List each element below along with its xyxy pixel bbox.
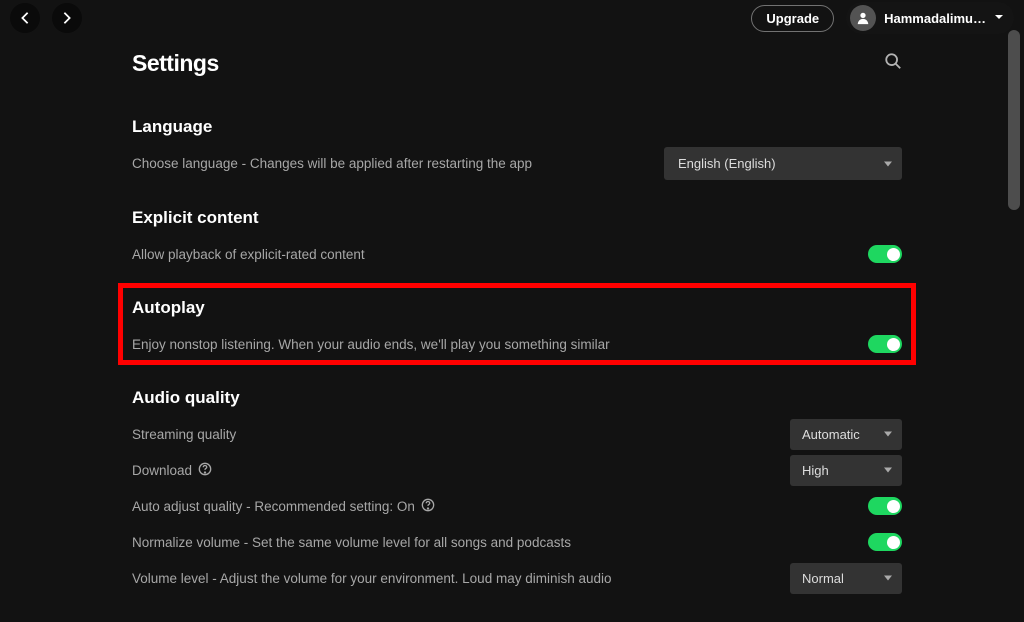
language-select-wrap: English (English) — [664, 147, 902, 180]
autoplay-section: Autoplay Enjoy nonstop listening. When y… — [132, 298, 902, 360]
autoplay-row: Enjoy nonstop listening. When your audio… — [132, 328, 902, 360]
row-label: Download — [132, 462, 212, 479]
search-button[interactable] — [884, 52, 902, 75]
user-icon — [856, 11, 870, 25]
topbar: Upgrade Hammadalimu… — [0, 0, 1024, 36]
streaming-quality-row: Streaming quality Automatic — [132, 418, 902, 450]
nav-forward-button[interactable] — [52, 3, 82, 33]
scrollbar-thumb[interactable] — [1008, 30, 1020, 210]
normalize-toggle[interactable] — [868, 533, 902, 551]
row-label: Auto adjust quality - Recommended settin… — [132, 498, 435, 515]
help-icon[interactable] — [421, 498, 435, 515]
normalize-row: Normalize volume - Set the same volume l… — [132, 526, 902, 558]
download-quality-select[interactable]: High — [790, 455, 902, 486]
download-quality-row: Download High — [132, 454, 902, 486]
nav-back-button[interactable] — [10, 3, 40, 33]
chevron-down-icon — [994, 9, 1004, 27]
language-select[interactable]: English (English) — [664, 147, 902, 180]
row-label: Streaming quality — [132, 427, 236, 442]
profile-menu[interactable]: Hammadalimu… — [846, 2, 1014, 34]
upgrade-button[interactable]: Upgrade — [751, 5, 834, 32]
language-section: Language Choose language - Changes will … — [132, 117, 902, 180]
explicit-section: Explicit content Allow playback of expli… — [132, 208, 902, 270]
auto-adjust-toggle[interactable] — [868, 497, 902, 515]
streaming-quality-select[interactable]: Automatic — [790, 419, 902, 450]
language-row: Choose language - Changes will be applie… — [132, 147, 902, 180]
row-label: Choose language - Changes will be applie… — [132, 156, 532, 171]
page-header: Settings — [132, 50, 902, 77]
profile-name: Hammadalimu… — [884, 11, 986, 26]
settings-content: Settings Language Choose language - Chan… — [132, 50, 902, 622]
audio-quality-section: Audio quality Streaming quality Automati… — [132, 388, 902, 594]
volume-level-row: Volume level - Adjust the volume for you… — [132, 562, 902, 594]
row-label: Volume level - Adjust the volume for you… — [132, 571, 612, 586]
help-icon[interactable] — [198, 462, 212, 479]
section-title: Explicit content — [132, 208, 902, 228]
row-label: Normalize volume - Set the same volume l… — [132, 535, 571, 550]
volume-level-select[interactable]: Normal — [790, 563, 902, 594]
search-icon — [884, 52, 902, 70]
row-label: Allow playback of explicit-rated content — [132, 247, 365, 262]
chevron-left-icon — [18, 11, 32, 25]
chevron-right-icon — [60, 11, 74, 25]
page-title: Settings — [132, 50, 219, 77]
auto-adjust-row: Auto adjust quality - Recommended settin… — [132, 490, 902, 522]
section-title: Audio quality — [132, 388, 902, 408]
row-label: Enjoy nonstop listening. When your audio… — [132, 337, 610, 352]
explicit-row: Allow playback of explicit-rated content — [132, 238, 902, 270]
scrollbar[interactable] — [1008, 30, 1020, 570]
autoplay-toggle[interactable] — [868, 335, 902, 353]
section-title: Autoplay — [132, 298, 902, 318]
explicit-toggle[interactable] — [868, 245, 902, 263]
avatar — [850, 5, 876, 31]
section-title: Language — [132, 117, 902, 137]
